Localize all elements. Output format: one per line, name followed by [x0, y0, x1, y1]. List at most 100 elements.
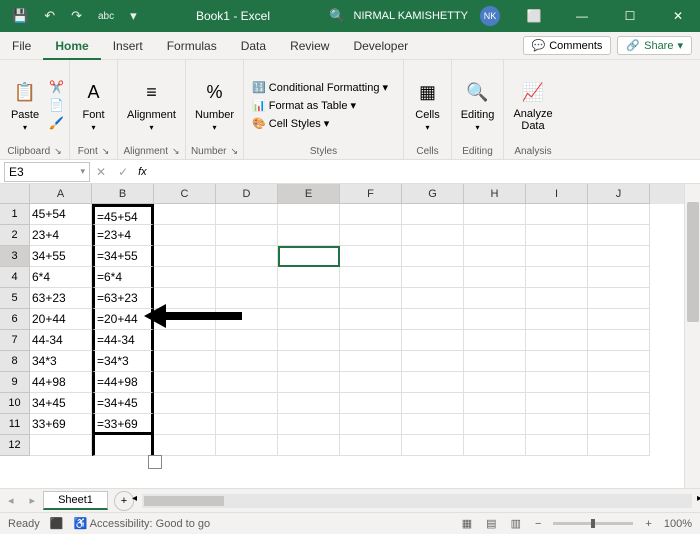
normal-view-icon[interactable]: ▦ — [460, 517, 474, 530]
cell[interactable] — [464, 225, 526, 246]
cell[interactable] — [526, 288, 588, 309]
zoom-in-button[interactable]: + — [643, 518, 653, 530]
redo-icon[interactable]: ↷ — [67, 8, 86, 24]
cell[interactable] — [588, 246, 650, 267]
cell[interactable] — [402, 225, 464, 246]
cell[interactable] — [464, 246, 526, 267]
cell[interactable] — [216, 225, 278, 246]
cell[interactable] — [340, 309, 402, 330]
close-button[interactable]: ✕ — [656, 0, 700, 32]
col-header[interactable]: J — [588, 184, 650, 204]
cell[interactable]: =34+55 — [92, 246, 154, 267]
qat-more-icon[interactable]: ▾ — [126, 8, 141, 24]
cell[interactable] — [402, 309, 464, 330]
cell[interactable] — [278, 372, 340, 393]
row-header[interactable]: 6 — [0, 309, 30, 330]
cell[interactable] — [154, 351, 216, 372]
number-button[interactable]: %Number▾ — [189, 77, 240, 134]
cell[interactable] — [464, 414, 526, 435]
cell[interactable] — [154, 414, 216, 435]
col-header[interactable]: D — [216, 184, 278, 204]
share-button[interactable]: 🔗 Share ▾ — [617, 36, 692, 55]
cell[interactable] — [402, 372, 464, 393]
cell[interactable] — [340, 435, 402, 456]
fx-icon[interactable]: fx — [134, 166, 151, 178]
sort-icon[interactable]: abc — [94, 11, 118, 22]
page-break-view-icon[interactable]: ▥ — [509, 517, 523, 530]
clipboard-launcher[interactable]: ↘ — [54, 146, 62, 157]
cell[interactable] — [402, 435, 464, 456]
sheet-tab[interactable]: Sheet1 — [43, 491, 108, 510]
cell[interactable]: 34+45 — [30, 393, 92, 414]
cell[interactable] — [588, 288, 650, 309]
cell[interactable] — [402, 414, 464, 435]
zoom-slider[interactable] — [553, 522, 633, 525]
row-header[interactable]: 2 — [0, 225, 30, 246]
cell[interactable] — [340, 267, 402, 288]
undo-icon[interactable]: ↶ — [40, 8, 59, 24]
format-painter-icon[interactable]: 🖌️ — [49, 116, 64, 130]
cell[interactable]: 44-34 — [30, 330, 92, 351]
user-avatar[interactable]: NK — [480, 6, 500, 26]
cell[interactable] — [340, 372, 402, 393]
cell[interactable]: =44+98 — [92, 372, 154, 393]
cell[interactable] — [278, 225, 340, 246]
cell[interactable] — [216, 435, 278, 456]
enter-formula-icon[interactable]: ✓ — [112, 165, 134, 179]
cell[interactable] — [340, 351, 402, 372]
tab-formulas[interactable]: Formulas — [155, 32, 229, 60]
cell[interactable] — [526, 393, 588, 414]
tab-data[interactable]: Data — [229, 32, 278, 60]
cell[interactable] — [278, 267, 340, 288]
comments-button[interactable]: 💬 Comments — [523, 36, 612, 55]
cell[interactable] — [154, 372, 216, 393]
col-header[interactable]: H — [464, 184, 526, 204]
cell[interactable] — [30, 435, 92, 456]
cell[interactable] — [526, 372, 588, 393]
analyze-data-button[interactable]: 📈Analyze Data — [507, 76, 558, 134]
cell[interactable]: =34*3 — [92, 351, 154, 372]
format-as-table-button[interactable]: 📊 Format as Table ▾ — [252, 99, 356, 112]
cell[interactable] — [588, 309, 650, 330]
col-header[interactable]: C — [154, 184, 216, 204]
cell[interactable]: 33+69 — [30, 414, 92, 435]
row-header[interactable]: 12 — [0, 435, 30, 456]
paste-button[interactable]: 📋 Paste▾ — [5, 77, 45, 134]
cell[interactable] — [216, 204, 278, 225]
cell[interactable] — [402, 330, 464, 351]
cell[interactable] — [154, 435, 216, 456]
cell[interactable] — [216, 267, 278, 288]
tab-insert[interactable]: Insert — [101, 32, 155, 60]
tab-developer[interactable]: Developer — [341, 32, 420, 60]
vertical-scrollbar[interactable] — [684, 184, 700, 488]
tab-home[interactable]: Home — [43, 32, 100, 60]
col-header[interactable]: A — [30, 184, 92, 204]
cell-styles-button[interactable]: 🎨 Cell Styles ▾ — [252, 117, 329, 130]
row-header[interactable]: 10 — [0, 393, 30, 414]
cell[interactable] — [216, 288, 278, 309]
accessibility-status[interactable]: ♿ Accessibility: Good to go — [74, 517, 211, 530]
cancel-formula-icon[interactable]: ✕ — [90, 165, 112, 179]
editing-button[interactable]: 🔍Editing▾ — [455, 77, 501, 134]
cell[interactable] — [464, 435, 526, 456]
cell[interactable] — [154, 330, 216, 351]
cell[interactable] — [154, 204, 216, 225]
cell[interactable] — [278, 288, 340, 309]
cell[interactable] — [464, 330, 526, 351]
cell[interactable] — [402, 246, 464, 267]
cell[interactable] — [278, 435, 340, 456]
select-all-corner[interactable] — [0, 184, 30, 204]
row-header[interactable]: 1 — [0, 204, 30, 225]
cell[interactable] — [340, 393, 402, 414]
cell[interactable]: =33+69 — [92, 414, 154, 435]
sheet-nav-next[interactable]: ▸ — [22, 494, 44, 507]
number-launcher[interactable]: ↘ — [231, 146, 239, 157]
horizontal-scrollbar[interactable]: ◂▸ — [142, 494, 692, 508]
cell[interactable]: 63+23 — [30, 288, 92, 309]
cell[interactable]: 34*3 — [30, 351, 92, 372]
cell[interactable] — [278, 204, 340, 225]
cell[interactable] — [588, 351, 650, 372]
row-header[interactable]: 7 — [0, 330, 30, 351]
cell[interactable]: 44+98 — [30, 372, 92, 393]
cell[interactable] — [278, 309, 340, 330]
